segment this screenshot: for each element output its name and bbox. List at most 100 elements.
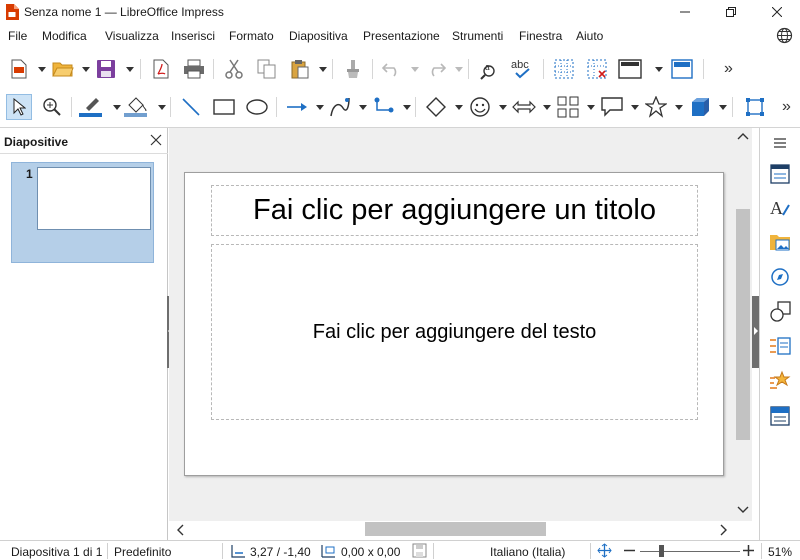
master-slides-icon[interactable] (768, 404, 792, 428)
chevron-down-icon[interactable] (454, 65, 463, 73)
chevron-down-icon[interactable] (112, 103, 121, 111)
rectangle-icon[interactable] (212, 95, 236, 119)
callout-icon[interactable] (600, 95, 624, 119)
menu-presentazione[interactable]: Presentazione (363, 29, 440, 43)
chevron-down-icon[interactable] (315, 103, 324, 111)
chevron-down-icon[interactable] (586, 103, 595, 111)
minimize-button[interactable] (662, 0, 708, 24)
animation-icon[interactable] (768, 369, 792, 393)
slide-transition-icon[interactable] (768, 334, 792, 358)
undo-icon[interactable] (380, 57, 404, 81)
chevron-down-icon[interactable] (498, 103, 507, 111)
shapes-icon[interactable] (768, 300, 792, 324)
chevron-down-icon[interactable] (37, 65, 46, 73)
menu-finestra[interactable]: Finestra (519, 29, 562, 43)
transformations-icon[interactable] (743, 95, 767, 119)
more-options-icon[interactable]: » (724, 60, 733, 78)
zoom-slider-handle[interactable] (659, 545, 664, 557)
slide-thumbnail[interactable] (37, 167, 151, 230)
chevron-down-icon[interactable] (654, 65, 663, 73)
save-icon[interactable] (94, 57, 118, 81)
chevron-down-icon[interactable] (81, 65, 90, 73)
menu-formato[interactable]: Formato (229, 29, 274, 43)
restore-button[interactable] (708, 0, 754, 24)
chevron-down-icon[interactable] (358, 103, 367, 111)
menu-diapositiva[interactable]: Diapositiva (289, 29, 348, 43)
curve-icon[interactable] (328, 95, 352, 119)
arrow-line-icon[interactable] (285, 95, 309, 119)
stars-icon[interactable] (644, 95, 668, 119)
chevron-down-icon[interactable] (402, 103, 411, 111)
slide-layout-icon[interactable] (618, 57, 642, 81)
scroll-right-icon[interactable] (720, 524, 728, 536)
chevron-down-icon[interactable] (157, 103, 166, 111)
navigator-icon[interactable] (768, 265, 792, 289)
menu-strumenti[interactable]: Strumenti (452, 29, 503, 43)
new-document-icon[interactable] (7, 57, 31, 81)
properties-icon[interactable] (768, 162, 792, 186)
gallery-icon[interactable] (768, 230, 792, 254)
basic-shapes-icon[interactable] (424, 95, 448, 119)
grid-icon[interactable] (552, 57, 576, 81)
chevron-down-icon[interactable] (454, 103, 463, 111)
scroll-left-icon[interactable] (176, 524, 184, 536)
copy-icon[interactable] (255, 57, 279, 81)
chevron-down-icon[interactable] (630, 103, 639, 111)
menu-aiuto[interactable]: Aiuto (576, 29, 603, 43)
sidebar-collapse-handle[interactable] (752, 296, 759, 368)
zoom-slider[interactable] (640, 551, 740, 552)
menu-modifica[interactable]: Modifica (42, 29, 87, 43)
styles-icon[interactable]: A (768, 196, 792, 220)
menu-file[interactable]: File (8, 29, 27, 43)
title-placeholder[interactable]: Fai clic per aggiungere un titolo (211, 185, 698, 236)
export-pdf-icon[interactable] (149, 57, 173, 81)
connector-icon[interactable] (372, 95, 396, 119)
chevron-down-icon[interactable] (718, 103, 727, 111)
globe-icon[interactable] (776, 27, 793, 44)
zoom-level[interactable]: 51% (768, 545, 792, 559)
close-icon[interactable] (150, 134, 162, 146)
menu-inserisci[interactable]: Inserisci (171, 29, 215, 43)
redo-icon[interactable] (424, 57, 448, 81)
language-status[interactable]: Italiano (Italia) (490, 545, 565, 559)
clone-formatting-icon[interactable] (341, 57, 365, 81)
fit-slide-icon[interactable] (597, 543, 612, 558)
helplines-icon[interactable] (585, 57, 609, 81)
fill-color-icon[interactable] (123, 95, 147, 119)
chevron-down-icon[interactable] (318, 65, 327, 73)
master-slide-icon[interactable] (670, 57, 694, 81)
flowchart-icon[interactable] (556, 95, 580, 119)
find-replace-icon[interactable]: a (478, 57, 502, 81)
slide-layout-status[interactable]: Predefinito (114, 545, 171, 559)
3d-objects-icon[interactable] (688, 95, 712, 119)
slide-canvas[interactable]: Fai clic per aggiungere un titolo Fai cl… (184, 172, 724, 476)
document-modified-icon[interactable] (412, 543, 427, 558)
chevron-down-icon[interactable] (125, 65, 134, 73)
select-icon[interactable] (6, 94, 32, 120)
close-window-button[interactable] (754, 0, 800, 24)
symbol-shapes-icon[interactable] (468, 95, 492, 119)
line-color-icon[interactable] (78, 95, 102, 119)
block-arrows-icon[interactable] (512, 95, 536, 119)
vertical-scroll-thumb[interactable] (736, 209, 750, 440)
chevron-down-icon[interactable] (674, 103, 683, 111)
spellcheck-icon[interactable]: abc (511, 57, 535, 81)
chevron-down-icon[interactable] (410, 65, 419, 73)
cut-icon[interactable] (222, 57, 246, 81)
zoom-pan-icon[interactable] (40, 95, 64, 119)
slide-thumbnail-item[interactable]: 1 (11, 162, 154, 263)
open-folder-icon[interactable] (51, 57, 75, 81)
ellipse-icon[interactable] (245, 95, 269, 119)
line-icon[interactable] (179, 95, 203, 119)
scroll-down-icon[interactable] (737, 506, 749, 514)
menu-icon[interactable] (768, 131, 792, 155)
content-placeholder[interactable]: Fai clic per aggiungere del testo (211, 244, 698, 420)
zoom-out-icon[interactable] (624, 545, 635, 556)
scroll-up-icon[interactable] (737, 132, 749, 140)
chevron-down-icon[interactable] (542, 103, 551, 111)
paste-icon[interactable] (288, 57, 312, 81)
print-icon[interactable] (182, 57, 206, 81)
horizontal-scroll-thumb[interactable] (365, 522, 546, 536)
menu-visualizza[interactable]: Visualizza (105, 29, 159, 43)
zoom-in-icon[interactable] (743, 545, 754, 556)
